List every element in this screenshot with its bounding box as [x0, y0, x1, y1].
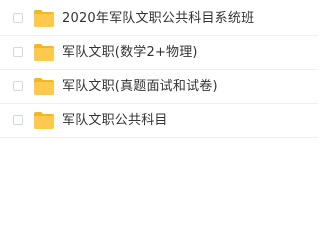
select-checkbox[interactable] — [13, 13, 23, 23]
list-item[interactable]: 2020年军队文职公共科目系统班 — [0, 2, 318, 36]
folder-icon — [34, 10, 54, 27]
list-item[interactable]: 军队文职(真题面试和试卷) — [0, 70, 318, 104]
list-item[interactable]: 军队文职(数学2+物理) — [0, 36, 318, 70]
folder-icon — [34, 112, 54, 129]
file-name[interactable]: 2020年军队文职公共科目系统班 — [62, 10, 254, 27]
file-name[interactable]: 军队文职(真题面试和试卷) — [62, 78, 218, 95]
select-checkbox[interactable] — [13, 115, 23, 125]
list-item[interactable]: 军队文职公共科目 — [0, 104, 318, 138]
select-checkbox[interactable] — [13, 47, 23, 57]
file-name[interactable]: 军队文职(数学2+物理) — [62, 44, 198, 61]
file-name[interactable]: 军队文职公共科目 — [62, 112, 168, 129]
folder-icon — [34, 44, 54, 61]
file-list: 2020年军队文职公共科目系统班 军队文职(数学2+物理) 军队文职(真题面试和… — [0, 0, 318, 243]
select-checkbox[interactable] — [13, 81, 23, 91]
folder-icon — [34, 78, 54, 95]
